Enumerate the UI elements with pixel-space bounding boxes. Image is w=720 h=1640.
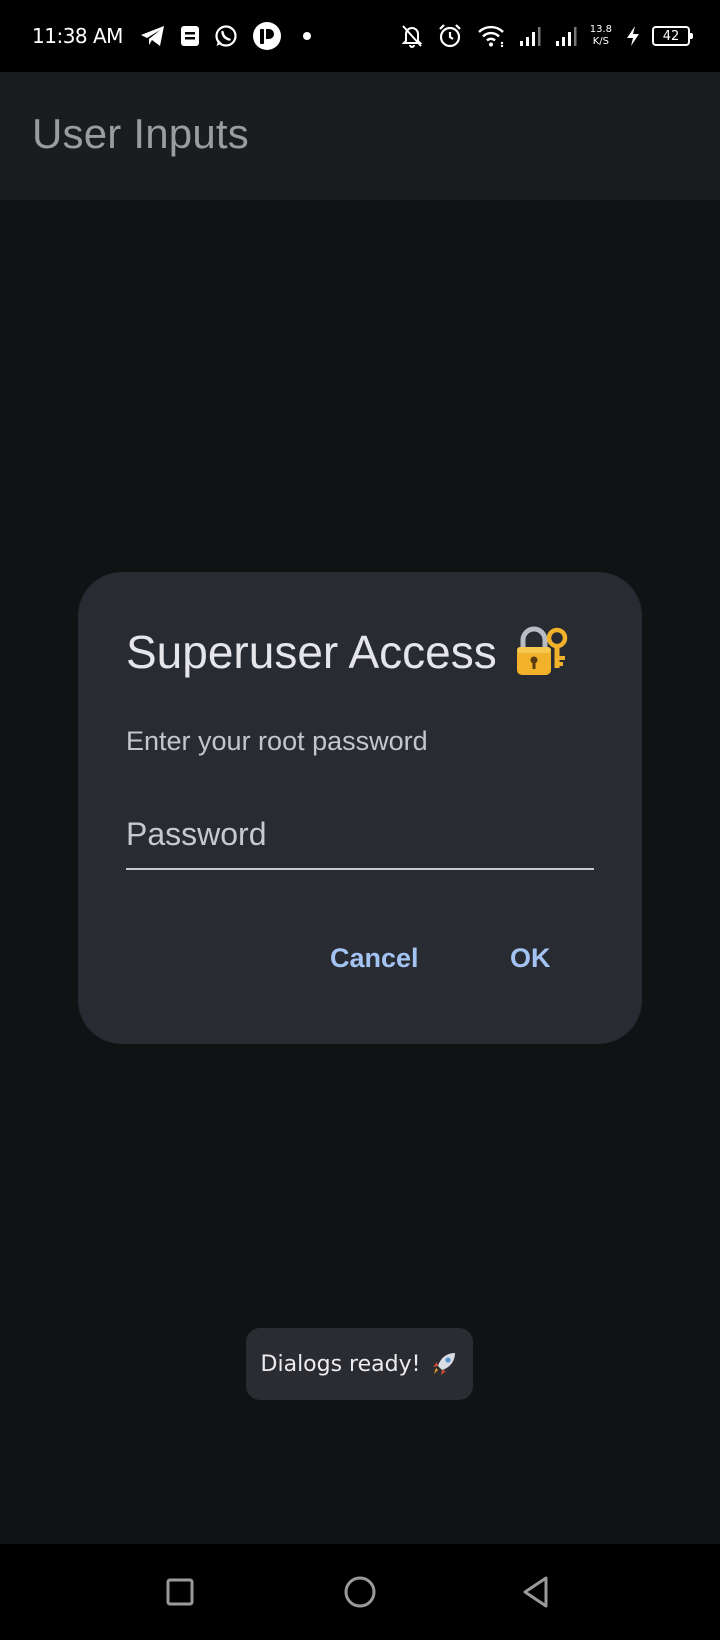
password-field[interactable] bbox=[126, 800, 594, 870]
network-speed: 13.8 K/S bbox=[590, 24, 612, 48]
circle-icon bbox=[344, 1576, 376, 1608]
dialog-title-text: Superuser Access bbox=[126, 626, 497, 678]
notes-icon bbox=[180, 25, 200, 47]
network-speed-unit: K/S bbox=[592, 36, 609, 47]
back-button[interactable] bbox=[510, 1566, 562, 1618]
page-title: User Inputs bbox=[32, 110, 249, 157]
signal-icon bbox=[555, 25, 577, 47]
app-icon bbox=[252, 21, 282, 51]
alarm-icon bbox=[437, 23, 463, 49]
password-input[interactable] bbox=[126, 800, 594, 868]
superuser-dialog: Superuser Access Enter your root passwor… bbox=[78, 572, 642, 1044]
wifi-icon bbox=[477, 24, 505, 48]
app-bar: User Inputs bbox=[0, 72, 720, 200]
battery-icon: 42 bbox=[652, 26, 693, 46]
mute-bell-icon bbox=[401, 24, 423, 48]
network-speed-value: 13.8 bbox=[589, 24, 612, 35]
status-bar-right: 13.8 K/S 42 bbox=[394, 23, 693, 49]
status-bar: 11:38 AM 13.8 K/S 42 bbox=[0, 0, 720, 72]
rocket-icon bbox=[430, 1350, 458, 1378]
back-triangle-icon bbox=[523, 1576, 548, 1608]
notification-dot bbox=[302, 32, 311, 40]
status-time: 11:38 AM bbox=[32, 24, 123, 48]
ok-button[interactable]: OK bbox=[504, 934, 557, 982]
telegram-icon bbox=[140, 25, 166, 47]
toast-message: Dialogs ready! bbox=[246, 1328, 473, 1400]
status-bar-left: 11:38 AM bbox=[32, 21, 311, 51]
cancel-button[interactable]: Cancel bbox=[324, 934, 425, 982]
dialog-message: Enter your root password bbox=[126, 726, 428, 756]
charging-icon bbox=[625, 25, 641, 47]
home-button[interactable] bbox=[334, 1566, 386, 1618]
lock-with-key-icon bbox=[513, 624, 569, 680]
signal-icon bbox=[519, 25, 541, 47]
battery-level: 42 bbox=[662, 28, 680, 44]
dialog-title: Superuser Access bbox=[126, 624, 569, 680]
navigation-bar bbox=[0, 1544, 720, 1640]
recent-apps-button[interactable] bbox=[154, 1566, 206, 1618]
toast-text: Dialogs ready! bbox=[260, 1351, 421, 1377]
square-icon bbox=[166, 1578, 194, 1606]
whatsapp-icon bbox=[214, 24, 238, 48]
